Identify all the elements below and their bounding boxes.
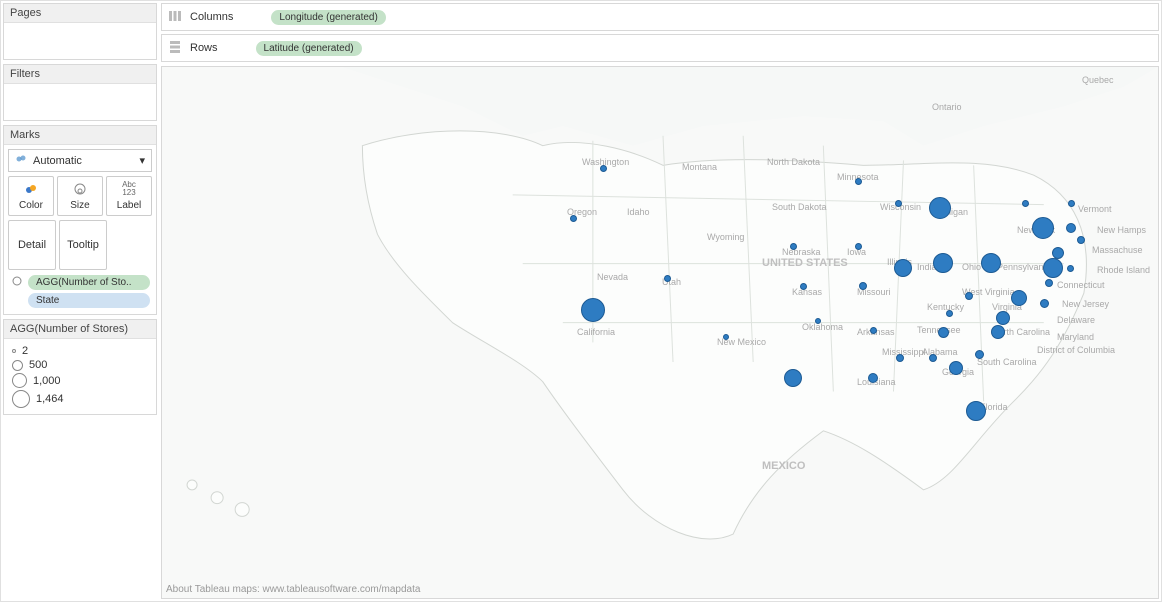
- data-point[interactable]: [870, 327, 877, 334]
- color-button[interactable]: Color: [8, 176, 54, 216]
- data-point[interactable]: [929, 354, 937, 362]
- basemap: [162, 67, 1158, 598]
- rows-shelf[interactable]: Rows Latitude (generated): [161, 34, 1159, 62]
- data-point[interactable]: [895, 200, 902, 207]
- map-attribution: About Tableau maps: www.tableausoftware.…: [166, 584, 420, 595]
- data-point[interactable]: [570, 215, 577, 222]
- legend-row: 2: [12, 345, 148, 357]
- data-point[interactable]: [790, 243, 797, 250]
- label-icon: Abc123: [109, 181, 149, 197]
- data-point[interactable]: [991, 325, 1005, 339]
- size-legend: AGG(Number of Stores) 2 500 1,000 1,464: [3, 319, 157, 415]
- rows-label: Rows: [190, 42, 218, 54]
- pages-shelf[interactable]: Pages: [3, 3, 157, 60]
- columns-pill[interactable]: Longitude (generated): [271, 10, 385, 25]
- data-point[interactable]: [1022, 200, 1029, 207]
- mark-type-label: Automatic: [33, 155, 82, 167]
- tooltip-button[interactable]: Tooltip: [59, 220, 107, 270]
- label-button[interactable]: Abc123 Label: [106, 176, 152, 216]
- data-point[interactable]: [859, 282, 867, 290]
- data-point[interactable]: [975, 350, 984, 359]
- data-point[interactable]: [815, 318, 821, 324]
- filters-title: Filters: [4, 65, 156, 84]
- data-point[interactable]: [966, 401, 986, 421]
- data-point[interactable]: [896, 354, 904, 362]
- legend-row: 1,000: [12, 373, 148, 388]
- columns-label: Columns: [190, 11, 233, 23]
- detail-pill[interactable]: State: [28, 293, 150, 308]
- data-point[interactable]: [1077, 236, 1085, 244]
- data-point[interactable]: [581, 298, 605, 322]
- data-point[interactable]: [949, 361, 963, 375]
- data-point[interactable]: [1040, 299, 1049, 308]
- chevron-down-icon: ▾: [139, 154, 145, 167]
- color-icon: [11, 181, 51, 197]
- data-point[interactable]: [800, 283, 807, 290]
- circle-icon: [15, 152, 29, 169]
- rows-icon: [168, 40, 182, 57]
- data-point[interactable]: [1011, 290, 1027, 306]
- size-icon: [10, 274, 24, 291]
- pages-title: Pages: [4, 4, 156, 23]
- legend-row: 500: [12, 359, 148, 371]
- map-viz[interactable]: QuebecOntarioWashingtonMontanaNorth Dako…: [161, 66, 1159, 599]
- data-point[interactable]: [1043, 258, 1063, 278]
- marks-card: Marks Automatic ▾ Color: [3, 125, 157, 315]
- data-point[interactable]: [1068, 200, 1075, 207]
- data-point[interactable]: [600, 165, 607, 172]
- rows-pill[interactable]: Latitude (generated): [256, 41, 362, 56]
- data-point[interactable]: [1045, 279, 1053, 287]
- data-point[interactable]: [784, 369, 802, 387]
- columns-icon: [168, 9, 182, 26]
- size-icon: [60, 181, 100, 197]
- size-button[interactable]: Size: [57, 176, 103, 216]
- data-point[interactable]: [855, 243, 862, 250]
- data-point[interactable]: [946, 310, 953, 317]
- filters-shelf[interactable]: Filters: [3, 64, 157, 121]
- marks-size-pill-row[interactable]: AGG(Number of Sto..: [10, 274, 150, 291]
- columns-shelf[interactable]: Columns Longitude (generated): [161, 3, 1159, 31]
- marks-detail-pill-row[interactable]: State: [10, 293, 150, 308]
- legend-title: AGG(Number of Stores): [4, 320, 156, 339]
- data-point[interactable]: [1067, 265, 1074, 272]
- data-point[interactable]: [868, 373, 878, 383]
- mark-type-dropdown[interactable]: Automatic ▾: [8, 149, 152, 172]
- data-point[interactable]: [723, 334, 729, 340]
- data-point[interactable]: [933, 253, 953, 273]
- data-point[interactable]: [938, 327, 949, 338]
- legend-row: 1,464: [12, 390, 148, 408]
- data-point[interactable]: [929, 197, 951, 219]
- data-point[interactable]: [855, 178, 862, 185]
- size-pill[interactable]: AGG(Number of Sto..: [28, 275, 150, 290]
- data-point[interactable]: [894, 259, 912, 277]
- data-point[interactable]: [664, 275, 671, 282]
- data-point[interactable]: [981, 253, 1001, 273]
- detail-button[interactable]: Detail: [8, 220, 56, 270]
- data-point[interactable]: [1032, 217, 1054, 239]
- marks-title: Marks: [4, 126, 156, 145]
- data-point[interactable]: [996, 311, 1010, 325]
- data-point[interactable]: [1066, 223, 1076, 233]
- data-point[interactable]: [965, 292, 973, 300]
